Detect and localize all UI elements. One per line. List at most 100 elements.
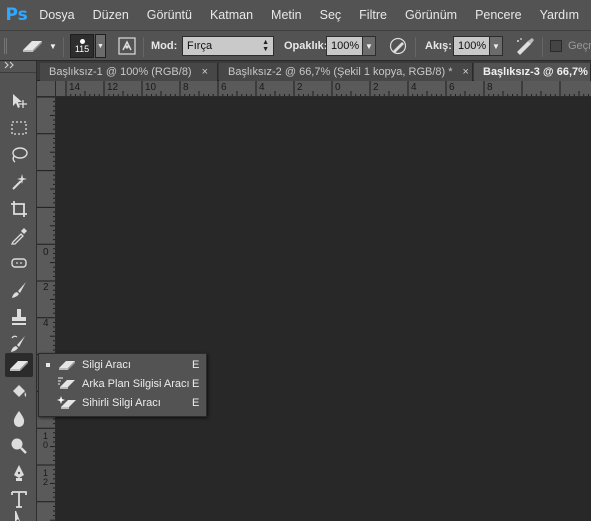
selected-bullet-icon — [46, 362, 50, 367]
tab-document-3[interactable]: Başlıksız-3 @ 66,7% (R — [474, 63, 591, 81]
tool-healing-brush[interactable] — [5, 251, 33, 275]
ruler-label: 2 — [373, 82, 379, 93]
tab-document-1[interactable]: Başlıksız-1 @ 100% (RGB/8) × — [40, 63, 218, 81]
brush-panel-toggle[interactable] — [116, 35, 138, 57]
flow-control[interactable]: 100% ▼ — [453, 36, 503, 56]
flyout-item-eraser[interactable]: Silgi Aracı E — [39, 355, 206, 374]
ruler-label: 0 — [335, 82, 341, 93]
ruler-ticks — [65, 81, 589, 96]
eraser-icon — [23, 41, 42, 52]
ruler-horizontal[interactable]: 14 12 10 8 6 4 2 0 2 4 6 8 — [56, 81, 591, 97]
brush-icon — [12, 282, 26, 298]
brush-picker-dropdown[interactable]: ▼ — [95, 34, 106, 58]
tool-marquee[interactable] — [5, 116, 33, 140]
photoshop-logo: Ps — [5, 5, 28, 25]
type-icon — [11, 491, 27, 508]
history-erase-option[interactable]: Geçmi — [550, 36, 591, 56]
menu-yardim[interactable]: Yardım — [534, 8, 585, 22]
shortcut-key: E — [192, 396, 200, 409]
menu-filtre[interactable]: Filtre — [353, 8, 393, 22]
menu-dosya[interactable]: Dosya — [33, 8, 80, 22]
tool-preset-picker[interactable]: ▼ — [20, 36, 60, 56]
pressure-opacity-button[interactable] — [387, 36, 409, 56]
background-eraser-icon — [58, 377, 75, 389]
close-icon[interactable]: × — [463, 66, 469, 78]
flow-dropdown[interactable]: ▼ — [490, 36, 503, 56]
divider — [542, 37, 543, 57]
opacity-control[interactable]: 100% ▼ — [326, 36, 376, 56]
brush-size-value: 115 — [74, 43, 90, 54]
ruler-label: 0 — [43, 247, 49, 258]
options-bar: ▼ 115 ▼ Mod: Fırça ▲ ▼ Opaklık: 100% ▼ A… — [0, 30, 591, 61]
mode-select-field[interactable]: Fırça ▲ ▼ — [182, 36, 274, 56]
clone-stamp-icon — [12, 309, 26, 325]
flow-input[interactable]: 100% — [453, 36, 490, 56]
menu-sec[interactable]: Seç — [314, 8, 348, 22]
magic-eraser-icon — [57, 395, 76, 409]
airbrush-icon — [517, 38, 534, 55]
chevron-down-icon: ▼ — [365, 41, 373, 51]
menu-katman[interactable]: Katman — [204, 8, 259, 22]
ruler-label: 12 — [43, 468, 49, 487]
tab-document-2[interactable]: Başlıksız-2 @ 66,7% (Şekil 1 kopya, RGB/… — [219, 63, 473, 81]
double-chevron-icon — [4, 61, 14, 69]
divider — [63, 37, 64, 57]
history-erase-label: Geçmi — [568, 40, 591, 52]
tool-eyedropper[interactable] — [5, 224, 33, 248]
menu-metin[interactable]: Metin — [265, 8, 308, 22]
tool-magic-wand[interactable] — [5, 170, 33, 194]
toolbar-grip[interactable] — [0, 61, 36, 73]
tool-lasso[interactable] — [5, 143, 33, 167]
ruler-label: 4 — [411, 82, 417, 93]
ruler-ticks — [37, 97, 55, 521]
close-icon[interactable]: × — [202, 66, 208, 78]
tool-move[interactable] — [5, 89, 33, 113]
brush-size-preview[interactable]: 115 — [70, 34, 94, 58]
tool-crop[interactable] — [5, 197, 33, 221]
brush-panel-icon — [118, 37, 136, 55]
menu-pencere[interactable]: Pencere — [469, 8, 528, 22]
history-erase-checkbox[interactable] — [550, 40, 562, 52]
tool-eraser[interactable] — [5, 353, 33, 377]
chevron-down-icon: ▼ — [49, 41, 57, 51]
history-brush-icon — [11, 335, 25, 352]
opacity-label: Opaklık: — [284, 36, 327, 56]
ruler-label: 14 — [69, 82, 81, 93]
flyout-item-magic-eraser[interactable]: Sihirli Silgi Aracı E — [39, 393, 206, 412]
flyout-item-label: Arka Plan Silgisi Aracı — [82, 377, 190, 390]
menu-goruntu[interactable]: Görüntü — [141, 8, 198, 22]
ruler-vertical[interactable]: 0 2 4 6 8 10 12 — [37, 97, 56, 521]
tool-path-selection[interactable] — [5, 511, 33, 521]
opacity-value: 100% — [331, 40, 360, 52]
mode-select-value: Fırça — [187, 40, 213, 52]
ruler-label: 4 — [259, 82, 265, 93]
menu-duzen[interactable]: Düzen — [87, 8, 135, 22]
airbrush-button[interactable] — [513, 36, 537, 56]
eraser-icon — [59, 360, 75, 370]
tool-paint-bucket[interactable] — [5, 380, 33, 404]
tool-type[interactable] — [5, 487, 33, 511]
updown-arrows-icon: ▲ ▼ — [262, 39, 269, 53]
tab-label: Başlıksız-2 @ 66,7% (Şekil 1 kopya, RGB/… — [228, 66, 453, 78]
tool-clone-stamp[interactable] — [5, 305, 33, 329]
ruler-origin[interactable] — [37, 81, 56, 97]
menu-bar: Ps Dosya Düzen Görüntü Katman Metin Seç … — [0, 0, 591, 30]
dodge-icon — [11, 438, 27, 454]
tool-pen[interactable] — [5, 461, 33, 485]
tool-blur[interactable] — [5, 407, 33, 431]
ruler-label: 6 — [221, 82, 227, 93]
marquee-icon — [11, 121, 27, 135]
pressure-pen-icon — [389, 37, 407, 55]
tab-label: Başlıksız-1 @ 100% (RGB/8) — [49, 66, 192, 78]
opacity-input[interactable]: 100% — [326, 36, 363, 56]
tool-brush[interactable] — [5, 278, 33, 302]
opacity-dropdown[interactable]: ▼ — [363, 36, 376, 56]
eyedropper-icon — [10, 228, 27, 245]
mode-select[interactable]: Fırça ▲ ▼ — [182, 36, 274, 56]
document-canvas[interactable] — [56, 97, 591, 521]
flyout-item-background-eraser[interactable]: Arka Plan Silgisi Aracı E — [39, 374, 206, 393]
menu-gorunum[interactable]: Görünüm — [399, 8, 463, 22]
blur-icon — [13, 411, 25, 427]
tool-dodge[interactable] — [5, 434, 33, 458]
crop-icon — [11, 201, 27, 217]
